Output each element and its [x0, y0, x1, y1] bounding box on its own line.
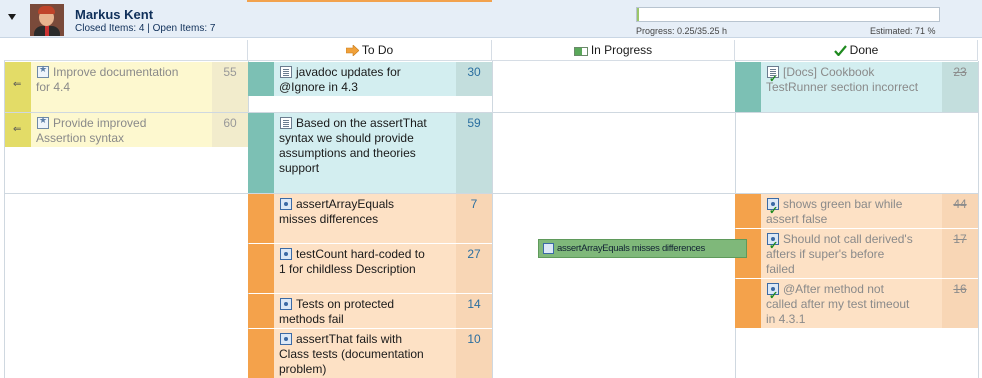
column-header-in-progress: In Progress: [492, 40, 735, 61]
column-header-todo: To Do: [248, 40, 492, 61]
card-todo-5[interactable]: 14 Tests on protected methods fail: [248, 294, 492, 328]
card-number: 60: [212, 113, 248, 147]
card-number: 7: [456, 194, 492, 243]
card-title: Should not call derived's afters if supe…: [766, 232, 913, 276]
card-title: assertThat fails with Class tests (docum…: [279, 332, 424, 376]
card-title: javadoc updates for @Ignore in 4.3: [279, 65, 401, 94]
column-header-left: [4, 40, 248, 61]
card-number: 17: [942, 229, 978, 278]
card-number: 27: [456, 244, 492, 293]
card-done-3[interactable]: 17 ✓ Should not call derived's afters if…: [735, 229, 978, 278]
card-todo-3[interactable]: 7 assertArrayEquals misses differences: [248, 194, 492, 243]
card-number: 30: [456, 62, 492, 96]
card-title: Based on the assertThat syntax we should…: [279, 116, 427, 175]
grid-line: [492, 61, 493, 378]
item-counts: Closed Items: 4 | Open Items: 7: [75, 23, 216, 34]
estimated-text: Estimated: 71 %: [870, 26, 936, 36]
user-name[interactable]: Markus Kent: [75, 7, 153, 22]
card-title: [Docs] Cookbook TestRunner section incor…: [766, 65, 919, 94]
column-todo-label: To Do: [361, 43, 394, 57]
card-todo-4[interactable]: 27 testCount hard-coded to 1 for childle…: [248, 244, 492, 293]
column-in-progress-label: In Progress: [590, 43, 653, 57]
card-number: 14: [456, 294, 492, 328]
progress-bar: [636, 7, 940, 22]
card-number: 55: [212, 62, 248, 112]
arrow-left-icon[interactable]: ⇐: [13, 79, 21, 90]
drag-preview[interactable]: assertArrayEquals misses differences: [538, 239, 747, 258]
top-stub: [247, 0, 492, 2]
drag-preview-label: assertArrayEquals misses differences: [557, 243, 705, 254]
card-title: assertArrayEquals misses differences: [279, 197, 395, 226]
avatar: [30, 4, 64, 36]
card-todo-6[interactable]: 10 assertThat fails with Class tests (do…: [248, 329, 492, 378]
card-number: 23: [942, 62, 978, 112]
card-title: testCount hard-coded to 1 for childless …: [279, 247, 425, 276]
progress-fill: [637, 8, 640, 21]
arrow-right-icon: [345, 42, 360, 62]
card-number: 16: [942, 279, 978, 328]
progress-bar-icon: [573, 42, 588, 62]
column-header-done: Done: [735, 40, 978, 61]
card-left-1[interactable]: ⇐ 55 Improve documentation for 4.4: [5, 62, 248, 112]
card-title: Tests on protected methods fail: [279, 297, 395, 326]
progress-text: Progress: 0.25/35.25 h: [636, 26, 728, 36]
card-done-4[interactable]: 16 ✓ @After method not called after my t…: [735, 279, 978, 328]
card-done-2[interactable]: 44 ✓ shows green bar while assert false: [735, 194, 978, 228]
chevron-down-icon[interactable]: [8, 14, 16, 20]
check-icon: [833, 42, 847, 62]
column-done-label: Done: [849, 43, 879, 57]
card-left-2[interactable]: ⇐ 60 Provide improved Assertion syntax: [5, 113, 248, 147]
card-done-1[interactable]: 23 ✓ [Docs] Cookbook TestRunner section …: [735, 62, 978, 112]
card-title: Improve documentation for 4.4: [36, 65, 179, 94]
grid-line: [978, 61, 979, 378]
arrow-left-icon[interactable]: ⇐: [13, 124, 21, 135]
bug-icon: [543, 243, 554, 254]
card-number: 10: [456, 329, 492, 378]
card-todo-1[interactable]: 30 javadoc updates for @Ignore in 4.3: [248, 62, 492, 96]
card-title: shows green bar while assert false: [766, 197, 903, 226]
card-todo-2[interactable]: 59 Based on the assertThat syntax we sho…: [248, 113, 492, 193]
card-title: Provide improved Assertion syntax: [36, 116, 147, 145]
card-title: @After method not called after my test t…: [766, 282, 910, 326]
card-number: 44: [942, 194, 978, 228]
card-number: 59: [456, 113, 492, 193]
